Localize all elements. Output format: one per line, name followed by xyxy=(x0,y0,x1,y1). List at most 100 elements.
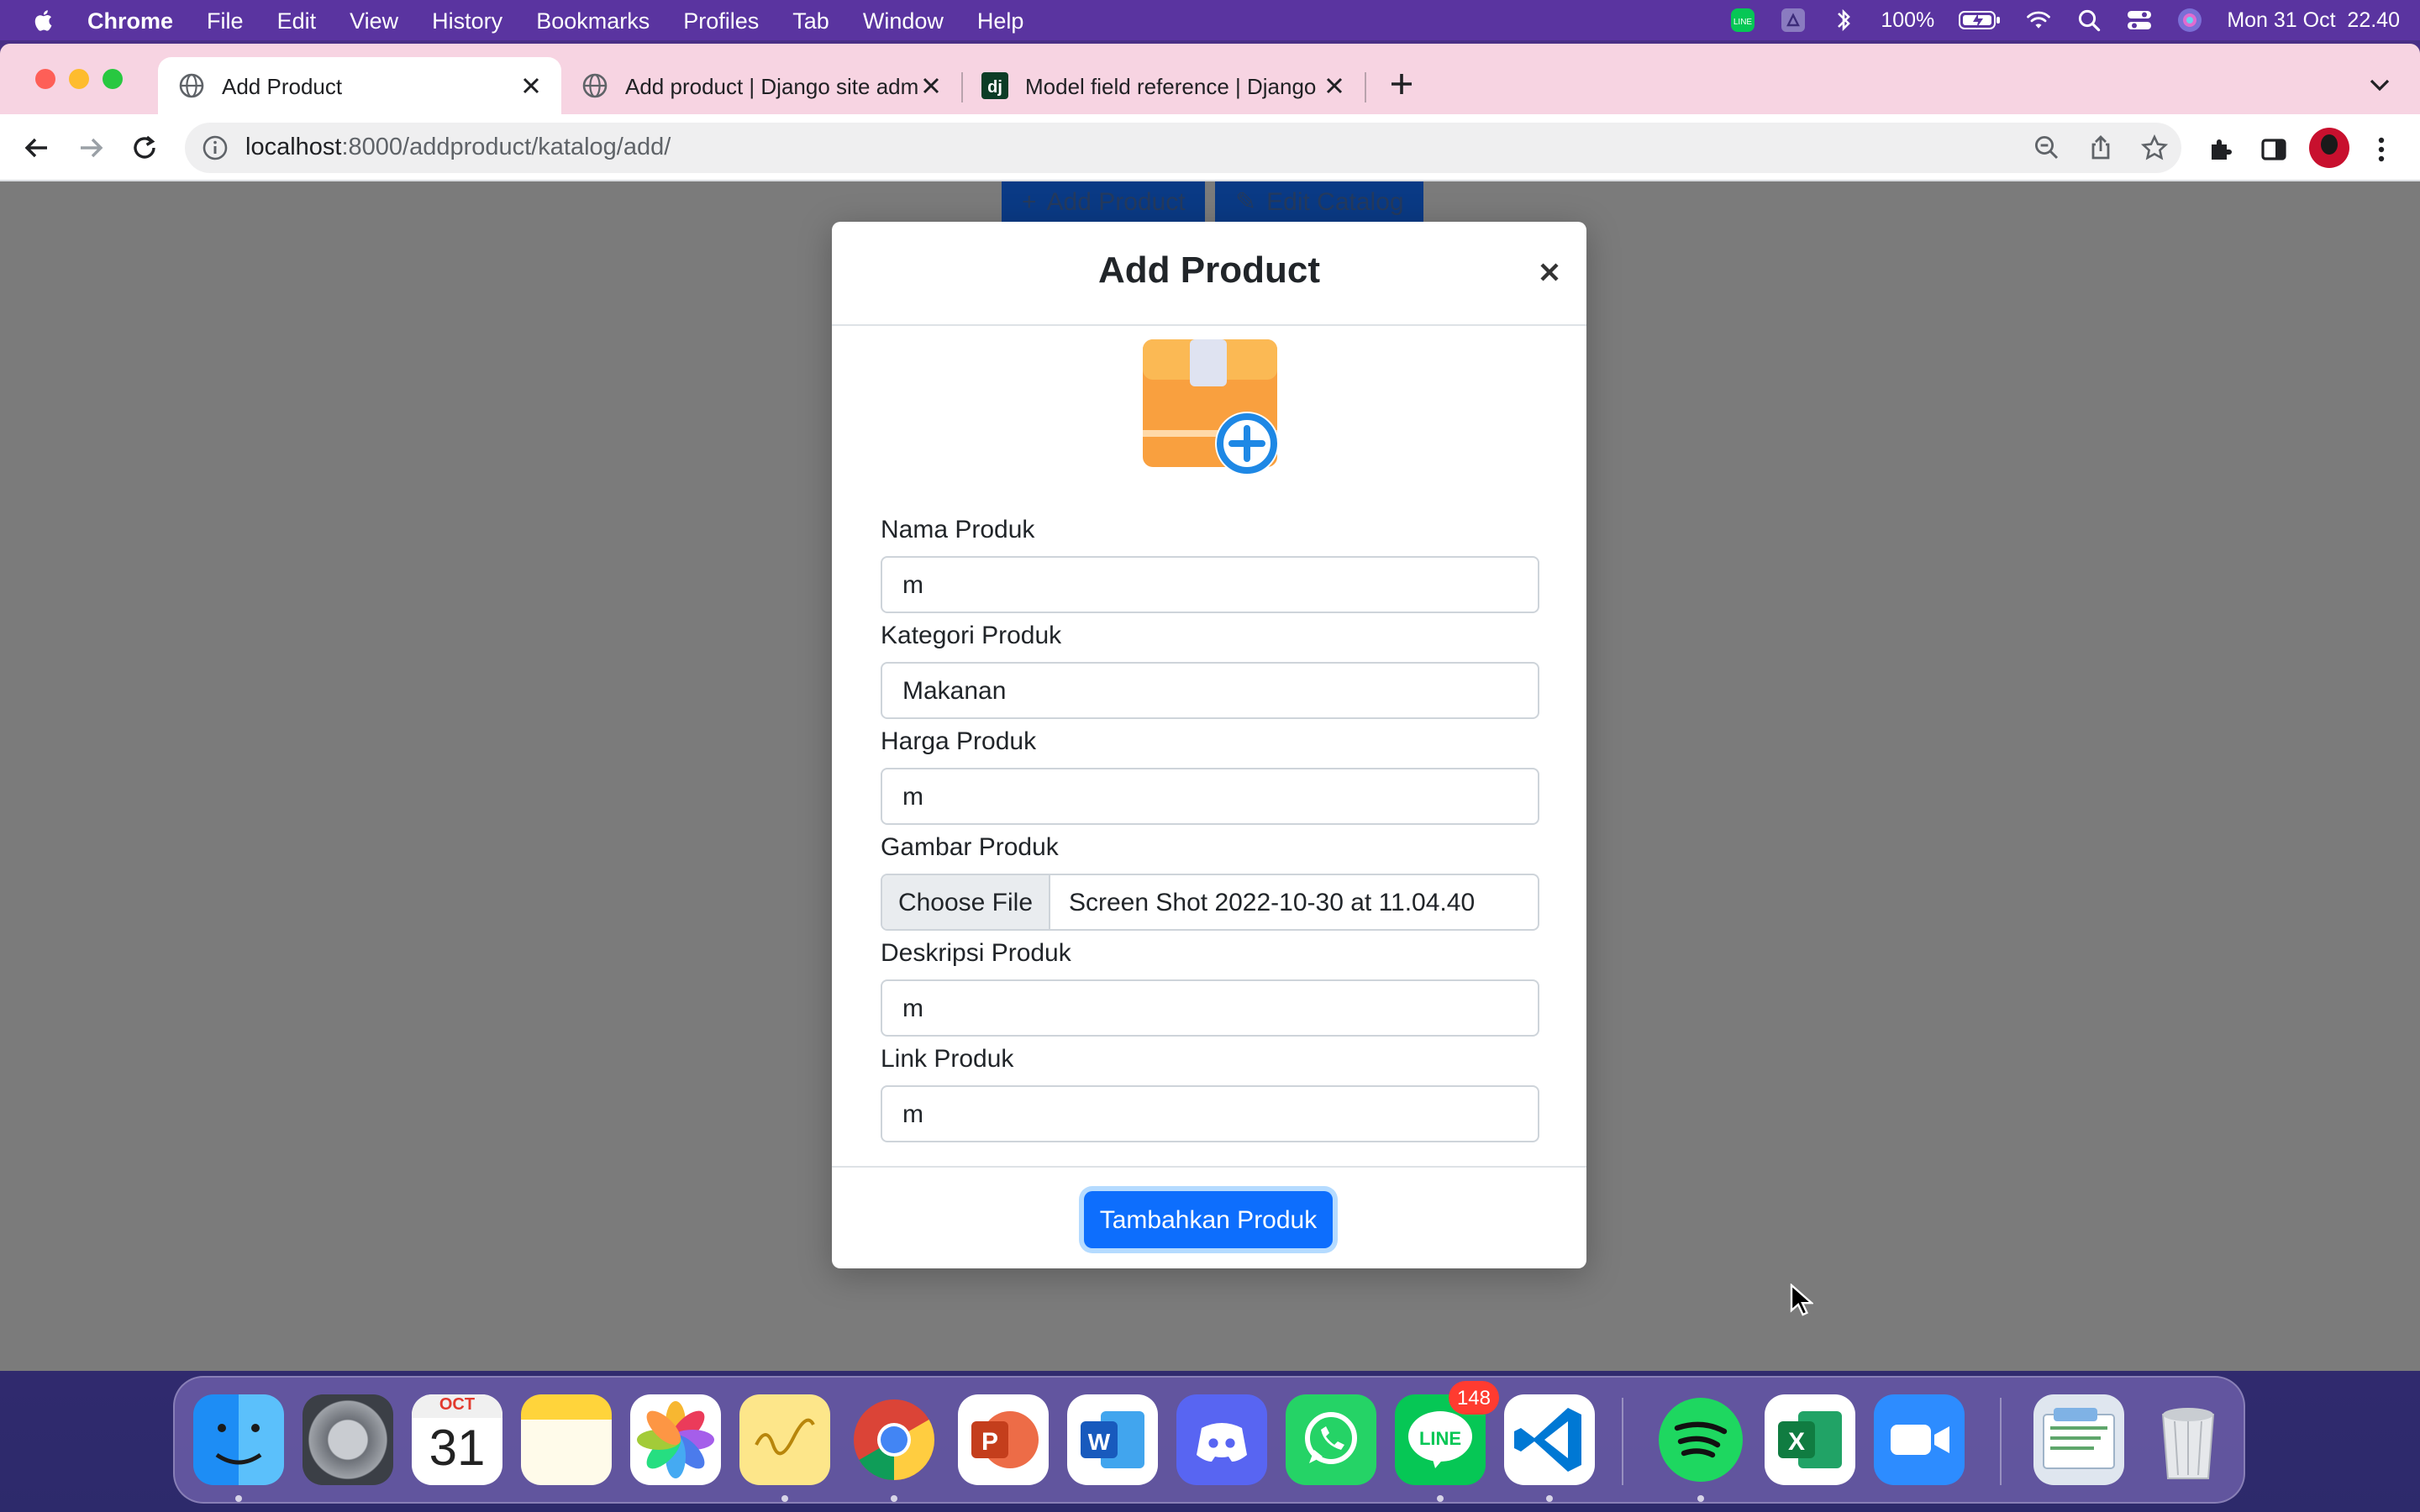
modal-title: Add Product xyxy=(1098,249,1320,291)
tab-strip: Add Product Add product | Django site ad… xyxy=(0,44,2420,114)
trash-icon[interactable] xyxy=(2143,1394,2233,1485)
tambahkan-produk-button[interactable]: Tambahkan Produk xyxy=(1084,1191,1333,1248)
excel-icon[interactable]: X xyxy=(1765,1394,1855,1485)
menu-tab[interactable]: Tab xyxy=(792,8,829,33)
running-indicator xyxy=(1437,1495,1444,1502)
menu-view[interactable]: View xyxy=(350,8,398,33)
bluetooth-icon[interactable] xyxy=(1830,7,1857,34)
window-zoom-button[interactable] xyxy=(103,69,123,89)
word-icon[interactable]: W xyxy=(1067,1394,1158,1485)
svg-text:P: P xyxy=(981,1428,998,1456)
tab-title: Model field reference | Django xyxy=(1025,73,1317,98)
running-indicator xyxy=(891,1495,897,1502)
page-edit-catalog-label: Edit Catalog xyxy=(1266,187,1404,216)
url-host: localhost xyxy=(245,134,342,161)
spotify-icon[interactable] xyxy=(1655,1394,1746,1485)
window-close-button[interactable] xyxy=(35,69,55,89)
zoom-icon[interactable] xyxy=(1874,1394,1965,1485)
chrome-app-icon[interactable] xyxy=(849,1394,939,1485)
menu-bookmarks[interactable]: Bookmarks xyxy=(536,8,650,33)
deskripsi-produk-input[interactable]: m xyxy=(881,979,1539,1037)
modal-header: Add Product xyxy=(832,222,1586,326)
plus-icon: + xyxy=(1022,187,1037,216)
globe-icon xyxy=(178,72,205,99)
back-arrow-icon[interactable] xyxy=(20,131,54,165)
menu-help[interactable]: Help xyxy=(977,8,1024,33)
window-minimize-button[interactable] xyxy=(69,69,89,89)
apple-icon[interactable] xyxy=(30,7,57,34)
menu-profiles[interactable]: Profiles xyxy=(683,8,759,33)
line-app-icon[interactable]: LINE 148 xyxy=(1395,1381,1499,1485)
zoom-out-icon[interactable] xyxy=(2033,134,2060,161)
nama-produk-input[interactable]: m xyxy=(881,556,1539,613)
stickies-icon[interactable] xyxy=(739,1394,830,1485)
finder-icon[interactable] xyxy=(193,1394,284,1485)
choose-file-button[interactable]: Choose File xyxy=(882,875,1050,929)
photos-icon[interactable] xyxy=(630,1394,721,1485)
modal-footer: Tambahkan Produk xyxy=(832,1166,1586,1268)
page-add-product-label: Add Product xyxy=(1046,187,1186,216)
system-preferences-icon[interactable] xyxy=(302,1394,393,1485)
close-icon[interactable] xyxy=(918,72,944,99)
battery-percent: 100% xyxy=(1881,8,1935,32)
page-viewport: + Add Product ✎ Edit Catalog Add Product xyxy=(0,181,2420,1371)
profile-avatar[interactable] xyxy=(2309,128,2349,168)
kategori-produk-input[interactable]: Makanan xyxy=(881,662,1539,719)
site-info-icon[interactable] xyxy=(202,134,229,161)
tab-title: Add product | Django site admi xyxy=(625,73,918,98)
link-produk-label: Link Produk xyxy=(881,1045,1014,1074)
django-favicon-icon: dj xyxy=(981,72,1008,99)
tab-search-chevron-icon[interactable] xyxy=(2366,71,2393,97)
reload-icon[interactable] xyxy=(128,131,161,165)
menu-history[interactable]: History xyxy=(432,8,502,33)
line-status-icon[interactable]: LINE xyxy=(1729,7,1756,34)
drive-status-icon[interactable] xyxy=(1780,7,1807,34)
harga-produk-input[interactable]: m xyxy=(881,768,1539,825)
tab-django-docs[interactable]: dj Model field reference | Django xyxy=(961,57,1365,114)
globe-icon xyxy=(581,72,608,99)
gambar-produk-file-input[interactable]: Choose File Screen Shot 2022-10-30 at 11… xyxy=(881,874,1539,931)
tab-django-admin[interactable]: Add product | Django site admi xyxy=(561,57,961,114)
menubar: Chrome File Edit View History Bookmarks … xyxy=(0,0,2420,40)
vscode-icon[interactable] xyxy=(1504,1394,1595,1485)
whatsapp-icon[interactable] xyxy=(1286,1394,1376,1485)
side-panel-icon[interactable] xyxy=(2259,134,2289,165)
calendar-day: 31 xyxy=(429,1421,486,1477)
menu-app-chrome[interactable]: Chrome xyxy=(87,8,173,33)
mouse-pointer-icon xyxy=(1790,1284,1813,1316)
running-indicator xyxy=(1697,1495,1704,1502)
address-bar[interactable]: localhost:8000/addproduct/katalog/add/ xyxy=(185,123,2181,173)
powerpoint-icon[interactable]: P xyxy=(958,1394,1049,1485)
bookmark-star-icon[interactable] xyxy=(2140,134,2169,161)
spotlight-search-icon[interactable] xyxy=(2075,7,2102,34)
notes-icon[interactable] xyxy=(521,1394,612,1485)
siri-icon[interactable] xyxy=(2176,7,2203,34)
menu-file[interactable]: File xyxy=(207,8,244,33)
kategori-produk-label: Kategori Produk xyxy=(881,622,1062,650)
link-produk-input[interactable]: m xyxy=(881,1085,1539,1142)
dock: OCT 31 P W LINE 148 X xyxy=(173,1376,2245,1504)
running-indicator xyxy=(781,1495,788,1502)
new-tab-plus-icon[interactable] xyxy=(1385,67,1418,101)
kebab-menu-icon[interactable] xyxy=(2366,134,2396,165)
deskripsi-produk-label: Deskripsi Produk xyxy=(881,939,1071,968)
extensions-puzzle-icon[interactable] xyxy=(2205,134,2235,165)
menubar-status: LINE 100% Mon 31 Oct 22.40 xyxy=(1729,0,2400,40)
tab-add-product[interactable]: Add Product xyxy=(158,57,561,114)
forward-arrow-icon[interactable] xyxy=(74,131,108,165)
nama-produk-label: Nama Produk xyxy=(881,516,1035,544)
battery-icon[interactable] xyxy=(1958,7,2002,34)
downloads-stack-icon[interactable] xyxy=(2033,1394,2124,1485)
close-icon[interactable] xyxy=(1321,72,1348,99)
control-center-icon[interactable] xyxy=(2126,7,2153,34)
modal-close-icon[interactable] xyxy=(1536,259,1563,286)
calendar-icon[interactable]: OCT 31 xyxy=(412,1394,502,1485)
wifi-icon[interactable] xyxy=(2025,7,2052,34)
discord-icon[interactable] xyxy=(1176,1394,1267,1485)
close-icon[interactable] xyxy=(518,72,544,99)
share-icon[interactable] xyxy=(2087,134,2114,161)
menubar-clock[interactable]: Mon 31 Oct 22.40 xyxy=(2227,8,2400,32)
running-indicator xyxy=(235,1495,242,1502)
menu-window[interactable]: Window xyxy=(863,8,944,33)
menu-edit[interactable]: Edit xyxy=(277,8,317,33)
